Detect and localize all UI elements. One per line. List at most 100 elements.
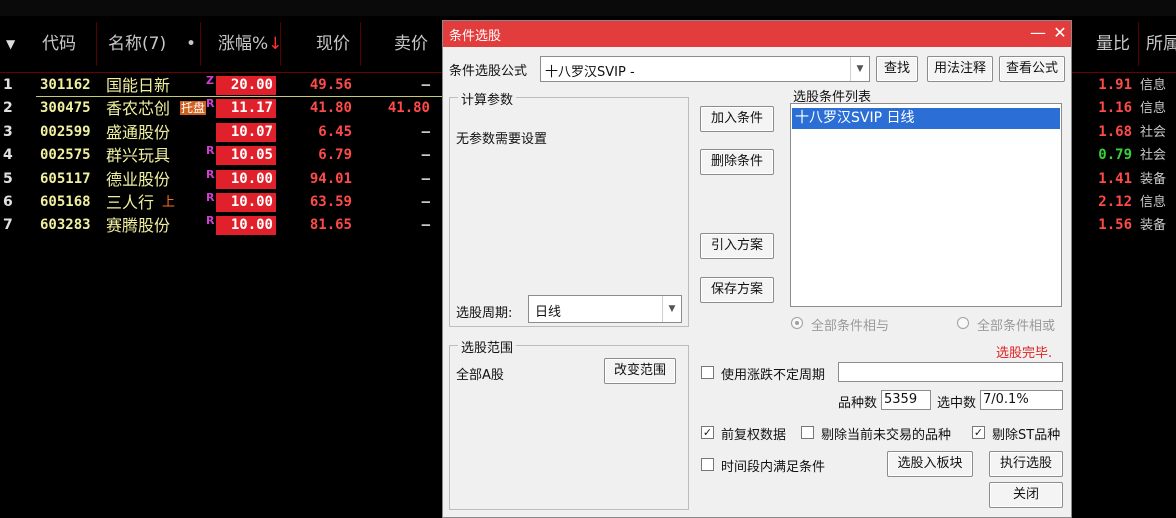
period-select[interactable]: 日线 ▼ (528, 295, 682, 323)
header-divider (96, 22, 97, 66)
stock-name: 香农芯创 (106, 99, 171, 119)
status-text: 选股完毕. (996, 346, 1053, 361)
industry: 信息 (1140, 195, 1167, 210)
ask-price: — (421, 170, 430, 187)
close-icon[interactable]: ✕ (1049, 21, 1071, 47)
change-pct: 10.00 (216, 169, 276, 189)
no-params-text: 无参数需要设置 (456, 132, 548, 147)
params-group: 计算参数 无参数需要设置 选股周期: 日线 ▼ (449, 89, 689, 327)
condition-select-dialog: 条件选股 — ✕ 条件选股公式 十八罗汉SVIP - ▼ 查找 用法注释 查看公… (442, 20, 1072, 518)
to-block-button[interactable]: 选股入板块 (887, 451, 973, 477)
change-pct: 20.00 (216, 76, 276, 95)
exclude-untraded-checkbox[interactable] (801, 426, 814, 439)
volume-ratio: 0.79 (1098, 147, 1132, 164)
chevron-down-icon[interactable]: ▼ (662, 296, 681, 322)
header-divider (280, 22, 281, 66)
find-button[interactable]: 查找 (876, 56, 918, 82)
view-formula-button[interactable]: 查看公式 (999, 56, 1065, 82)
radio-and-label: 全部条件相与 (811, 319, 890, 334)
period-condition-checkbox[interactable] (701, 458, 714, 471)
header-price[interactable]: 现价 (316, 16, 350, 72)
import-scheme-button[interactable]: 引入方案 (700, 233, 774, 259)
header-pct[interactable]: 涨幅%↓ (218, 16, 282, 72)
volume-ratio: 1.68 (1098, 123, 1132, 140)
add-condition-button[interactable]: 加入条件 (700, 106, 774, 132)
ask-price: — (421, 147, 430, 164)
stock-code: 301162 (40, 77, 91, 93)
current-price: 6.45 (318, 123, 352, 140)
save-scheme-button[interactable]: 保存方案 (700, 277, 774, 303)
formula-select[interactable]: 十八罗汉SVIP - ▼ (540, 56, 870, 82)
condition-list[interactable]: 十八罗汉SVIP 日线 (790, 103, 1062, 307)
params-group-label: 计算参数 (458, 89, 517, 108)
stock-code: 605117 (40, 170, 91, 187)
header-pct-label: 涨幅% (218, 34, 269, 54)
column-menu-icon[interactable]: ▼ (6, 16, 15, 72)
row-number: 7 (3, 217, 13, 234)
header-code[interactable]: 代码 (42, 16, 76, 72)
stock-name: 国能日新 (106, 76, 171, 95)
radio-or-label: 全部条件相或 (977, 319, 1056, 334)
radio-or[interactable] (957, 317, 969, 329)
stock-code: 002599 (40, 123, 91, 140)
minimize-icon[interactable]: — (1027, 21, 1049, 47)
dialog-title-bar[interactable]: 条件选股 — ✕ (443, 21, 1071, 47)
flag-mark: R (206, 214, 215, 228)
header-ask[interactable]: 卖价 (394, 16, 428, 72)
change-range-button[interactable]: 改变范围 (604, 358, 676, 384)
selected-value: 7/0.1% (980, 390, 1063, 410)
change-pct: 10.05 (216, 146, 276, 166)
change-pct: 10.00 (216, 193, 276, 212)
status-badge: 托盘 (180, 101, 207, 116)
row-number: 4 (3, 147, 13, 164)
selected-label: 选中数 (937, 396, 977, 411)
var-period-label: 使用涨跌不定周期 (721, 368, 826, 383)
formula-value: 十八罗汉SVIP - (545, 65, 635, 80)
count-value: 5359 (881, 390, 931, 410)
industry: 社会 (1140, 148, 1167, 164)
stock-name: 三人行 (106, 193, 155, 212)
stock-code: 605168 (40, 194, 91, 210)
stock-name: 群兴玩具 (106, 146, 171, 166)
industry: 装备 (1140, 171, 1167, 187)
current-price: 6.79 (318, 147, 352, 164)
header-name[interactable]: 名称(7) (108, 16, 166, 72)
exclude-st-label: 剔除ST品种 (992, 428, 1061, 443)
row-number: 2 (3, 100, 13, 117)
current-price: 94.01 (309, 170, 352, 187)
stock-code: 300475 (40, 100, 91, 117)
exclude-untraded-label: 剔除当前未交易的品种 (821, 428, 952, 443)
forward-adjust-checkbox[interactable]: ✓ (701, 426, 714, 439)
radio-and[interactable] (791, 317, 803, 329)
row-number: 5 (3, 170, 13, 187)
header-dot: • (186, 34, 197, 54)
usage-button[interactable]: 用法注释 (927, 56, 993, 82)
row-number: 6 (3, 194, 13, 210)
stock-code: 002575 (40, 147, 91, 164)
header-industry[interactable]: 所属 (1146, 16, 1176, 72)
range-value: 全部A股 (456, 368, 504, 383)
current-price: 63.59 (309, 194, 352, 210)
current-price: 49.56 (309, 77, 352, 93)
formula-label: 条件选股公式 (449, 64, 528, 79)
volume-ratio: 1.16 (1098, 100, 1132, 117)
top-strip (0, 0, 1176, 16)
run-selection-button[interactable]: 执行选股 (989, 451, 1063, 477)
row-number: 3 (3, 123, 13, 140)
header-divider (360, 22, 361, 66)
change-pct: 11.17 (216, 99, 276, 119)
period-condition-label: 时间段内满足条件 (721, 460, 826, 475)
chevron-down-icon[interactable]: ▼ (850, 57, 869, 81)
var-period-input[interactable] (838, 362, 1063, 382)
industry: 社会 (1140, 124, 1167, 140)
header-vol-ratio[interactable]: 量比 (1096, 16, 1130, 72)
var-period-checkbox[interactable] (701, 366, 714, 379)
industry: 装备 (1140, 218, 1167, 234)
period-label: 选股周期: (456, 306, 513, 321)
volume-ratio: 2.12 (1098, 194, 1132, 210)
ask-price: — (421, 217, 430, 234)
close-button[interactable]: 关闭 (989, 482, 1063, 508)
delete-condition-button[interactable]: 删除条件 (700, 149, 774, 175)
condition-list-item[interactable]: 十八罗汉SVIP 日线 (792, 108, 1060, 129)
exclude-st-checkbox[interactable]: ✓ (972, 426, 985, 439)
